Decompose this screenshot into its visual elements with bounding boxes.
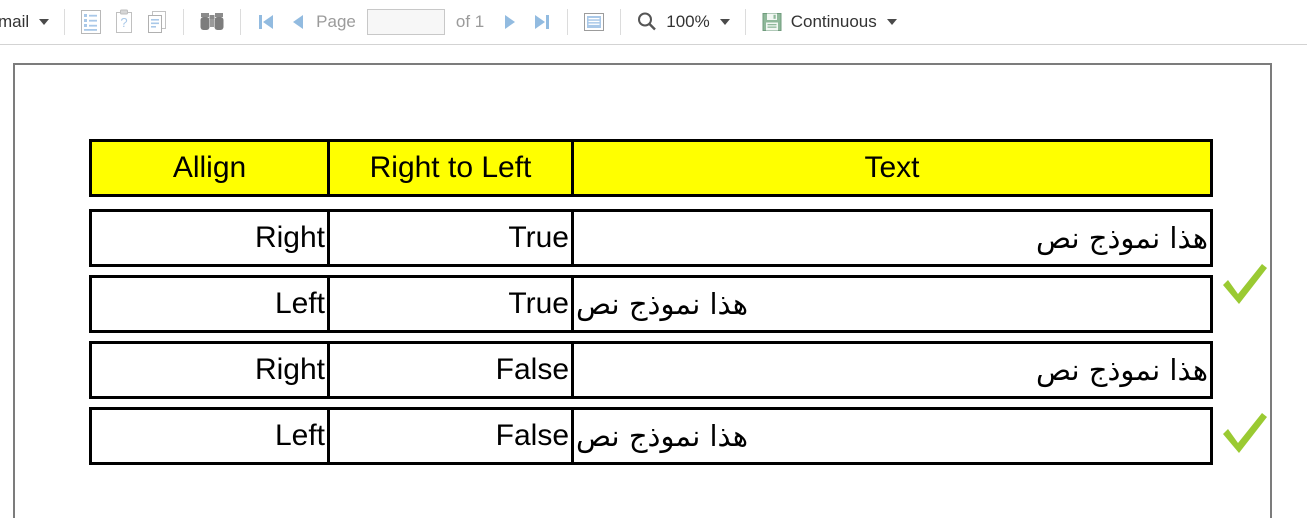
save-disk-icon[interactable]: [755, 7, 789, 37]
header-cell-right-to-left: Right to Left: [330, 142, 574, 194]
previous-page-button[interactable]: [282, 7, 314, 37]
document-scroll-area[interactable]: Allign Right to Left Text Right True هذا…: [0, 46, 1307, 518]
table-header-row: Allign Right to Left Text: [89, 139, 1213, 197]
export-format-dropdown[interactable]: mail: [0, 12, 55, 32]
cell-align: Right: [92, 344, 330, 396]
copy-pages-icon[interactable]: [140, 7, 174, 37]
table-row: Left False هذا نموذج نص: [89, 407, 1213, 465]
header-cell-text: Text: [864, 151, 920, 184]
first-page-button[interactable]: [250, 7, 282, 37]
toolbar-divider-3: [240, 9, 242, 35]
last-page-button[interactable]: [526, 7, 558, 37]
toolbar-divider-1: [64, 9, 66, 35]
next-page-button[interactable]: [494, 7, 526, 37]
arabic-sample-text: هذا نموذج نص: [1035, 220, 1208, 255]
table-row: Right False هذا نموذج نص: [89, 341, 1213, 399]
arabic-sample-text: هذا نموذج نص: [576, 286, 749, 321]
cell-right-to-left: False: [330, 410, 574, 462]
cell-text: هذا نموذج نص: [574, 410, 1210, 462]
binoculars-icon[interactable]: [193, 7, 231, 37]
toolbar-divider-5: [620, 9, 622, 35]
cell-align: Left: [92, 278, 330, 330]
table-row: Left True هذا نموذج نص: [89, 275, 1213, 333]
cell-align: Left: [92, 410, 330, 462]
page-number-input[interactable]: [366, 9, 445, 35]
page-label: Page: [316, 12, 356, 31]
page-view-icon[interactable]: [577, 7, 611, 37]
header-cell-align: Allign: [92, 142, 330, 194]
cell-text: هذا نموذج نص: [574, 278, 1210, 330]
arabic-sample-text: هذا نموذج نص: [1035, 352, 1208, 387]
arabic-sample-text: هذا نموذج نص: [576, 418, 749, 453]
toolbar-divider-2: [183, 9, 185, 35]
magnifier-icon[interactable]: [630, 7, 664, 37]
clipboard-question-icon[interactable]: ?: [108, 7, 140, 37]
layout-chevron-down-icon[interactable]: [886, 19, 897, 25]
export-format-label: mail: [0, 12, 30, 31]
cell-text: هذا نموذج نص: [574, 212, 1210, 264]
page-layout-label: Continuous: [790, 12, 877, 31]
toolbar-divider-4: [567, 9, 569, 35]
cell-right-to-left: False: [330, 344, 574, 396]
cell-text: هذا نموذج نص: [574, 344, 1210, 396]
cell-right-to-left: True: [330, 278, 574, 330]
page-count-label: of 1: [455, 12, 485, 31]
report-table: Allign Right to Left Text Right True هذا…: [89, 139, 1213, 473]
cell-right-to-left: True: [330, 212, 574, 264]
document-page: Allign Right to Left Text Right True هذا…: [13, 63, 1272, 518]
document-outline-icon[interactable]: [74, 7, 108, 37]
zoom-level-label: 100%: [666, 12, 710, 31]
report-viewer-toolbar: mail ? Page of 1 100% Continuous: [0, 0, 1307, 45]
table-row: Right True هذا نموذج نص: [89, 209, 1213, 267]
chevron-down-icon: [39, 19, 50, 25]
svg-text:?: ?: [121, 15, 128, 30]
cell-align: Right: [92, 212, 330, 264]
zoom-chevron-down-icon[interactable]: [719, 19, 730, 25]
toolbar-divider-6: [744, 9, 746, 35]
